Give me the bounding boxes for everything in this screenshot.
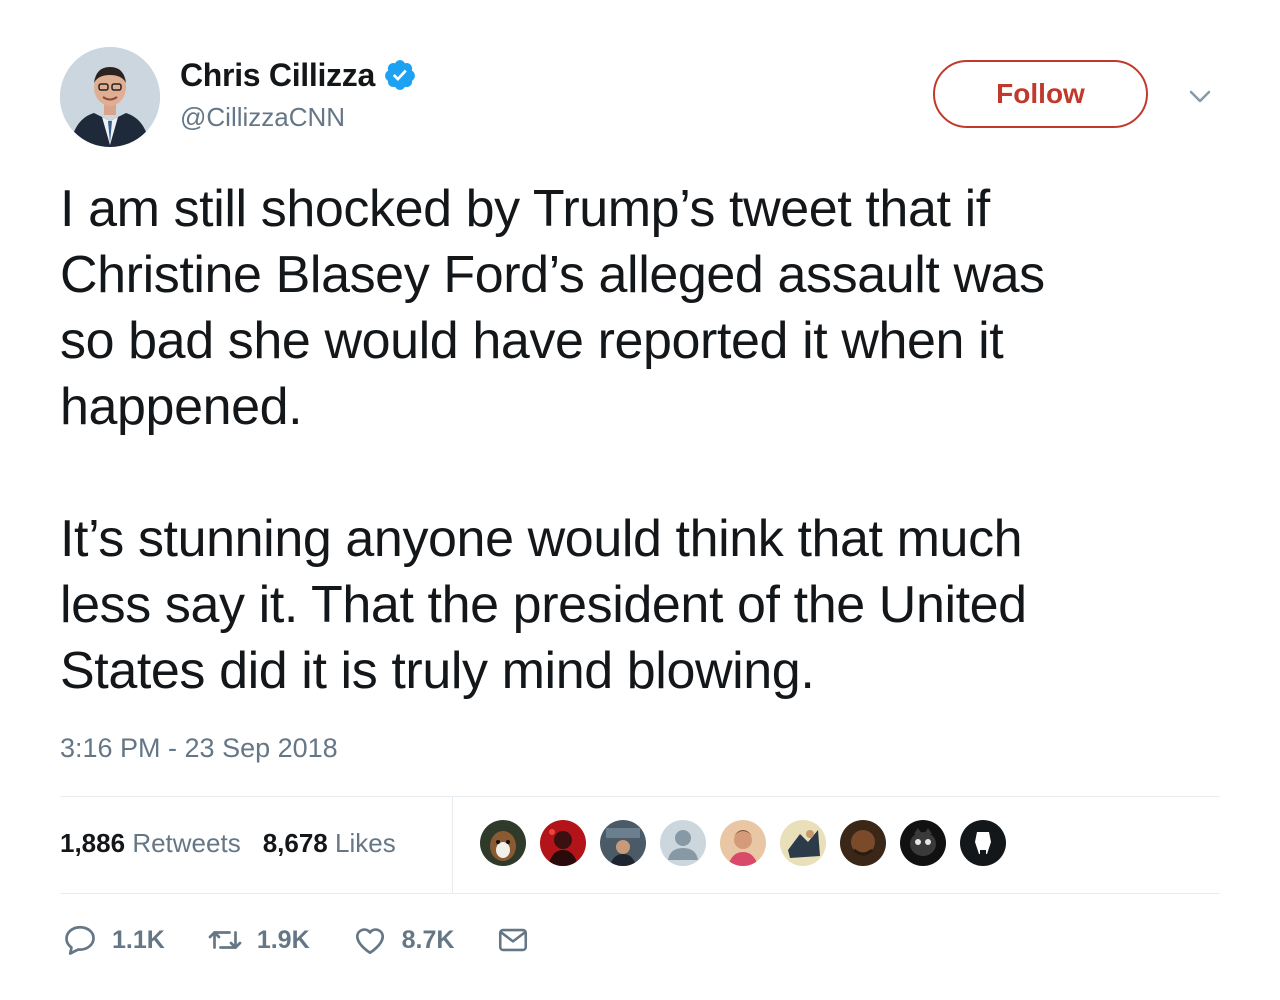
tweet-actions: 1.1K 1.9K 8.7K	[62, 920, 572, 960]
direct-message-button[interactable]	[496, 923, 530, 957]
likes-label: Likes	[335, 827, 396, 858]
liker-avatar-6[interactable]	[778, 818, 828, 868]
retweet-button[interactable]: 1.9K	[207, 922, 310, 958]
tweet-text: I am still shocked by Trump’s tweet that…	[60, 176, 1230, 704]
envelope-icon	[499, 928, 528, 952]
retweets-count: 1,886	[60, 827, 126, 858]
like-count: 8.7K	[401, 925, 455, 954]
tweet-paragraph-2: It’s stunning anyone would think that mu…	[60, 510, 1027, 700]
stats-divider	[452, 796, 453, 893]
liker-avatar-9[interactable]	[958, 818, 1008, 868]
like-button[interactable]: 8.7K	[352, 922, 455, 958]
liker-avatar-4[interactable]	[658, 818, 708, 868]
tweet-stats: 1,886 Retweets 8,678 Likes	[60, 826, 396, 860]
liker-avatar-7[interactable]	[838, 818, 888, 868]
reply-icon	[65, 925, 95, 955]
likers-avatars	[478, 818, 1008, 870]
verified-badge-icon	[385, 60, 415, 90]
retweets-stat[interactable]: 1,886 Retweets	[60, 828, 241, 859]
author-name-row[interactable]: Chris Cillizza	[180, 55, 417, 95]
tweet-card: Chris Cillizza @CillizzaCNN Follow I am …	[0, 0, 1280, 1000]
liker-avatar-1[interactable]	[478, 818, 528, 868]
retweet-count: 1.9K	[256, 925, 310, 954]
author-display-name[interactable]: Chris Cillizza	[180, 57, 375, 94]
heart-icon	[355, 928, 384, 955]
retweet-icon	[208, 931, 242, 949]
reply-button[interactable]: 1.1K	[62, 922, 165, 958]
tweet-paragraph-1: I am still shocked by Trump’s tweet that…	[60, 180, 1045, 436]
liker-avatar-8[interactable]	[898, 818, 948, 868]
liker-avatar-5[interactable]	[718, 818, 768, 868]
author-avatar[interactable]	[60, 47, 160, 147]
follow-button[interactable]: Follow	[933, 60, 1148, 128]
reply-count: 1.1K	[112, 925, 165, 954]
likes-count: 8,678	[262, 827, 328, 858]
divider	[60, 893, 1220, 894]
likes-stat[interactable]: 8,678 Likes	[263, 828, 396, 859]
liker-avatar-3[interactable]	[598, 818, 648, 868]
tweet-timestamp[interactable]: 3:16 PM - 23 Sep 2018	[60, 733, 338, 764]
retweets-label: Retweets	[132, 827, 241, 858]
divider	[60, 796, 1220, 797]
author-handle[interactable]: @CillizzaCNN	[180, 102, 345, 133]
chevron-down-icon[interactable]	[1186, 86, 1214, 108]
liker-avatar-2[interactable]	[538, 818, 588, 868]
